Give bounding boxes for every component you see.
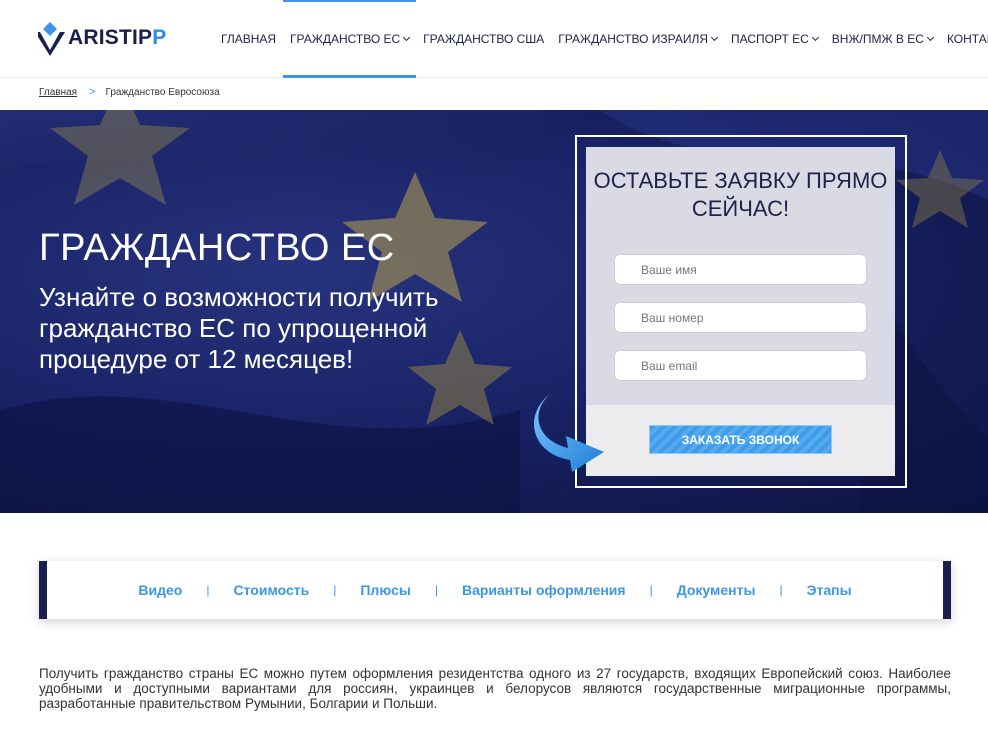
- chevron-down-icon: [811, 33, 819, 42]
- nav-item-contacts[interactable]: КОНТАКТЫ: [940, 0, 988, 78]
- main-nav: ГЛАВНАЯ ГРАЖДАНСТВО ЕС ГРАЖДАНСТВО США Г…: [214, 0, 988, 78]
- order-call-button[interactable]: ЗАКАЗАТЬ ЗВОНОК: [649, 425, 832, 454]
- form-title: ОСТАВЬТЕ ЗАЯВКУ ПРЯМО СЕЙЧАС!: [593, 168, 888, 221]
- intro-paragraph: Получить гражданство страны ЕС можно пут…: [39, 666, 951, 711]
- tab-options[interactable]: Варианты оформления: [462, 582, 626, 598]
- logo-mark-icon: [38, 22, 65, 56]
- nav-item-home[interactable]: ГЛАВНАЯ: [214, 0, 283, 78]
- nav-label: ГРАЖДАНСТВО ЕС: [290, 32, 401, 46]
- nav-item-eu-passport[interactable]: ПАСПОРТ ЕС: [724, 0, 825, 78]
- hero-subtitle: Узнайте о возможности получить гражданст…: [39, 282, 439, 374]
- tab-separator: |: [779, 583, 783, 597]
- breadcrumb-current: Гражданство Евросоюза: [105, 86, 220, 98]
- logo[interactable]: ARISTIPP: [38, 18, 178, 58]
- name-input[interactable]: [614, 254, 867, 285]
- tab-separator: |: [333, 583, 337, 597]
- nav-label: ГРАЖДАНСТВО ИЗРАИЛЯ: [558, 32, 708, 46]
- nav-label: КОНТАКТЫ: [946, 32, 988, 46]
- nav-label: ГЛАВНАЯ: [221, 32, 277, 46]
- email-input[interactable]: [614, 350, 867, 381]
- tab-video[interactable]: Видео: [138, 582, 182, 598]
- tab-advantages[interactable]: Плюсы: [360, 582, 410, 598]
- hero-banner: ГРАЖДАНСТВО ЕС Узнайте о возможности пол…: [0, 110, 988, 513]
- nav-item-eu-citizenship[interactable]: ГРАЖДАНСТВО ЕС: [283, 0, 417, 78]
- logo-text: ARISTIPP: [68, 26, 167, 49]
- breadcrumb-home-link[interactable]: Главная: [39, 87, 77, 98]
- tab-separator: |: [434, 583, 438, 597]
- breadcrumb-separator-icon: >: [89, 86, 96, 98]
- nav-item-residence[interactable]: ВНЖ/ПМЖ В ЕС: [825, 0, 940, 78]
- nav-label: ВНЖ/ПМЖ В ЕС: [831, 32, 924, 46]
- curved-arrow-icon: [533, 394, 604, 472]
- tab-documents[interactable]: Документы: [677, 582, 756, 598]
- form-footer: ЗАКАЗАТЬ ЗВОНОК: [586, 405, 895, 476]
- section-tabs: Видео | Стоимость | Плюсы | Варианты офо…: [39, 561, 951, 619]
- phone-input[interactable]: [614, 302, 867, 333]
- chevron-down-icon: [403, 33, 411, 42]
- hero-title: ГРАЖДАНСТВО ЕС: [39, 227, 395, 269]
- nav-item-usa-citizenship[interactable]: ГРАЖДАНСТВО США: [416, 0, 551, 78]
- nav-label: ГРАЖДАНСТВО США: [423, 32, 545, 46]
- tab-cost[interactable]: Стоимость: [234, 582, 310, 598]
- breadcrumb: Главная > Гражданство Евросоюза: [39, 86, 220, 98]
- tab-separator: |: [649, 583, 653, 597]
- site-header: ARISTIPP ГЛАВНАЯ ГРАЖДАНСТВО ЕС ГРАЖДАНС…: [0, 0, 988, 78]
- chevron-down-icon: [710, 33, 719, 42]
- tab-separator: |: [206, 583, 210, 597]
- nav-item-israel-citizenship[interactable]: ГРАЖДАНСТВО ИЗРАИЛЯ: [551, 0, 724, 78]
- tab-stages[interactable]: Этапы: [807, 582, 852, 598]
- nav-label: ПАСПОРТ ЕС: [731, 32, 809, 46]
- chevron-down-icon: [926, 33, 934, 42]
- callback-form: ОСТАВЬТЕ ЗАЯВКУ ПРЯМО СЕЙЧАС! ЗАКАЗАТЬ З…: [586, 147, 895, 476]
